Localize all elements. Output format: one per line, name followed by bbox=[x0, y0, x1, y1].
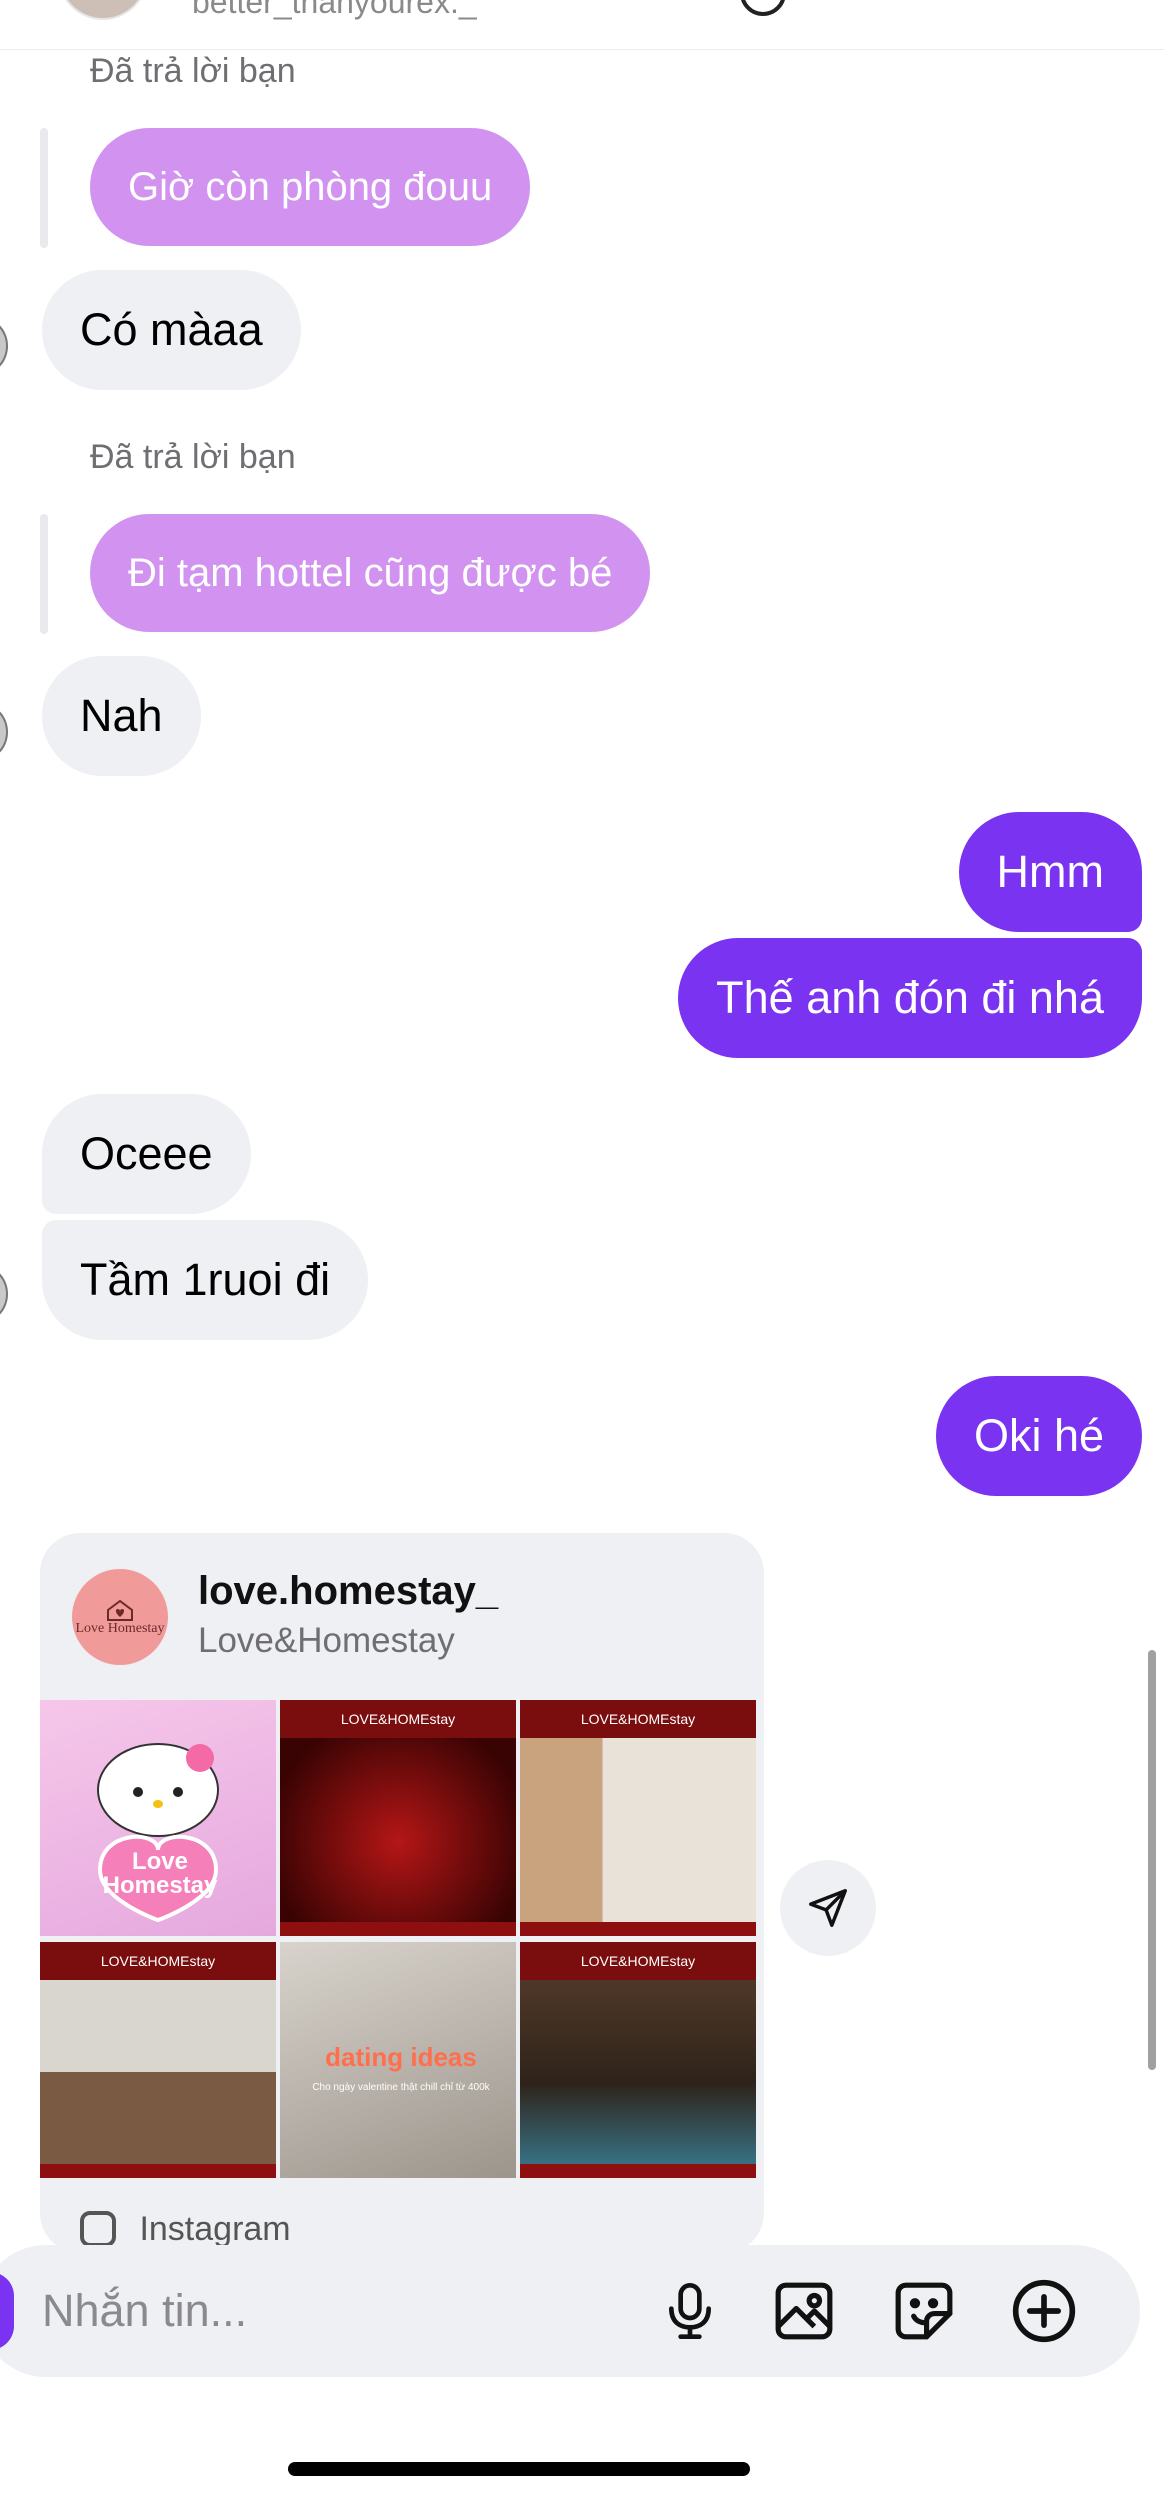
share-button[interactable] bbox=[780, 1860, 876, 1956]
add-button[interactable] bbox=[1008, 2275, 1080, 2347]
sender-avatar[interactable] bbox=[0, 704, 8, 760]
post-thumbnail[interactable]: LOVE&HOMEstay bbox=[40, 1942, 276, 2178]
post-thumbnail[interactable]: LOVE&HOMEstay bbox=[520, 1942, 756, 2178]
post-thumbnail[interactable]: LOVE&HOMEstay bbox=[280, 1700, 516, 1936]
post-thumbnail-title: Love Homestay bbox=[102, 1848, 218, 1899]
incoming-message-bubble[interactable]: Có màaa bbox=[42, 270, 301, 390]
incoming-message-bubble[interactable]: Nah bbox=[42, 656, 201, 776]
chat-header: better_thanyourex._ bbox=[0, 0, 1164, 50]
call-icon[interactable] bbox=[740, 0, 786, 16]
contact-avatar[interactable] bbox=[58, 0, 148, 20]
reply-label: Đã trả lời bạn bbox=[90, 438, 296, 476]
contact-username[interactable]: better_thanyourex._ bbox=[192, 0, 477, 22]
home-heart-icon bbox=[107, 1599, 133, 1621]
reply-quote-bar bbox=[40, 128, 48, 248]
incoming-message-bubble[interactable]: Tầm 1ruoi đi bbox=[42, 1220, 369, 1340]
shared-profile-card[interactable]: Love Homestay love.homestay_ Love&Homest… bbox=[40, 1533, 764, 2253]
scrollbar[interactable] bbox=[1148, 1650, 1156, 2070]
post-thumbnail-subtitle: Cho ngày valentine thật chill chỉ từ 400… bbox=[312, 2082, 490, 2093]
outgoing-message-bubble[interactable]: Thế anh đón đi nhá bbox=[678, 938, 1142, 1058]
reply-label: Đã trả lời bạn bbox=[90, 52, 296, 90]
sender-avatar[interactable] bbox=[0, 1266, 8, 1322]
sticker-button[interactable] bbox=[888, 2275, 960, 2347]
post-thumbnail-label: LOVE&HOMEstay bbox=[520, 1942, 756, 1980]
microphone-icon bbox=[669, 2283, 711, 2339]
post-thumbnail-label: LOVE&HOMEstay bbox=[520, 1700, 756, 1738]
outgoing-message-bubble[interactable]: Hmm bbox=[958, 812, 1142, 932]
home-indicator[interactable] bbox=[288, 2462, 750, 2476]
plus-circle-icon bbox=[1012, 2279, 1076, 2343]
sticker-icon bbox=[895, 2282, 953, 2340]
outgoing-message-bubble[interactable]: Oki hé bbox=[935, 1376, 1142, 1496]
incoming-message-bubble[interactable]: Oceee bbox=[42, 1094, 251, 1214]
post-thumbnail-title: dating ideas bbox=[325, 2042, 477, 2072]
post-thumbnail-label: LOVE&HOMEstay bbox=[280, 1700, 516, 1738]
profile-username[interactable]: love.homestay_ bbox=[198, 1569, 498, 1614]
reply-bubble[interactable]: Giờ còn phòng đouu bbox=[90, 128, 531, 246]
instagram-icon bbox=[80, 2211, 116, 2248]
profile-avatar[interactable]: Love Homestay bbox=[72, 1569, 168, 1665]
reply-quote-bar bbox=[40, 514, 48, 634]
profile-avatar-text: Love Homestay bbox=[75, 1621, 165, 1636]
gallery-button[interactable] bbox=[768, 2275, 840, 2347]
hello-kitty-illustration bbox=[97, 1743, 219, 1923]
sender-avatar[interactable] bbox=[0, 318, 8, 374]
microphone-button[interactable] bbox=[654, 2275, 726, 2347]
reply-bubble[interactable]: Đi tạm hottel cũng được bé bbox=[90, 514, 651, 632]
message-input[interactable] bbox=[42, 2271, 602, 2351]
post-thumbnail[interactable]: Love Homestay bbox=[40, 1700, 276, 1936]
card-source: Instagram bbox=[80, 2208, 291, 2249]
send-icon bbox=[809, 1889, 847, 1927]
profile-display-name: Love&Homestay bbox=[198, 1621, 455, 1660]
post-thumbnail[interactable]: LOVE&HOMEstay bbox=[520, 1700, 756, 1936]
post-thumbnail[interactable]: dating ideas Cho ngày valentine thật chi… bbox=[280, 1942, 516, 2178]
card-source-label: Instagram bbox=[139, 2209, 291, 2248]
post-thumbnail-label: LOVE&HOMEstay bbox=[40, 1942, 276, 1980]
post-grid: Love Homestay LOVE&HOMEstay LOVE&HOMEsta… bbox=[40, 1700, 764, 2178]
image-icon bbox=[775, 2282, 833, 2340]
